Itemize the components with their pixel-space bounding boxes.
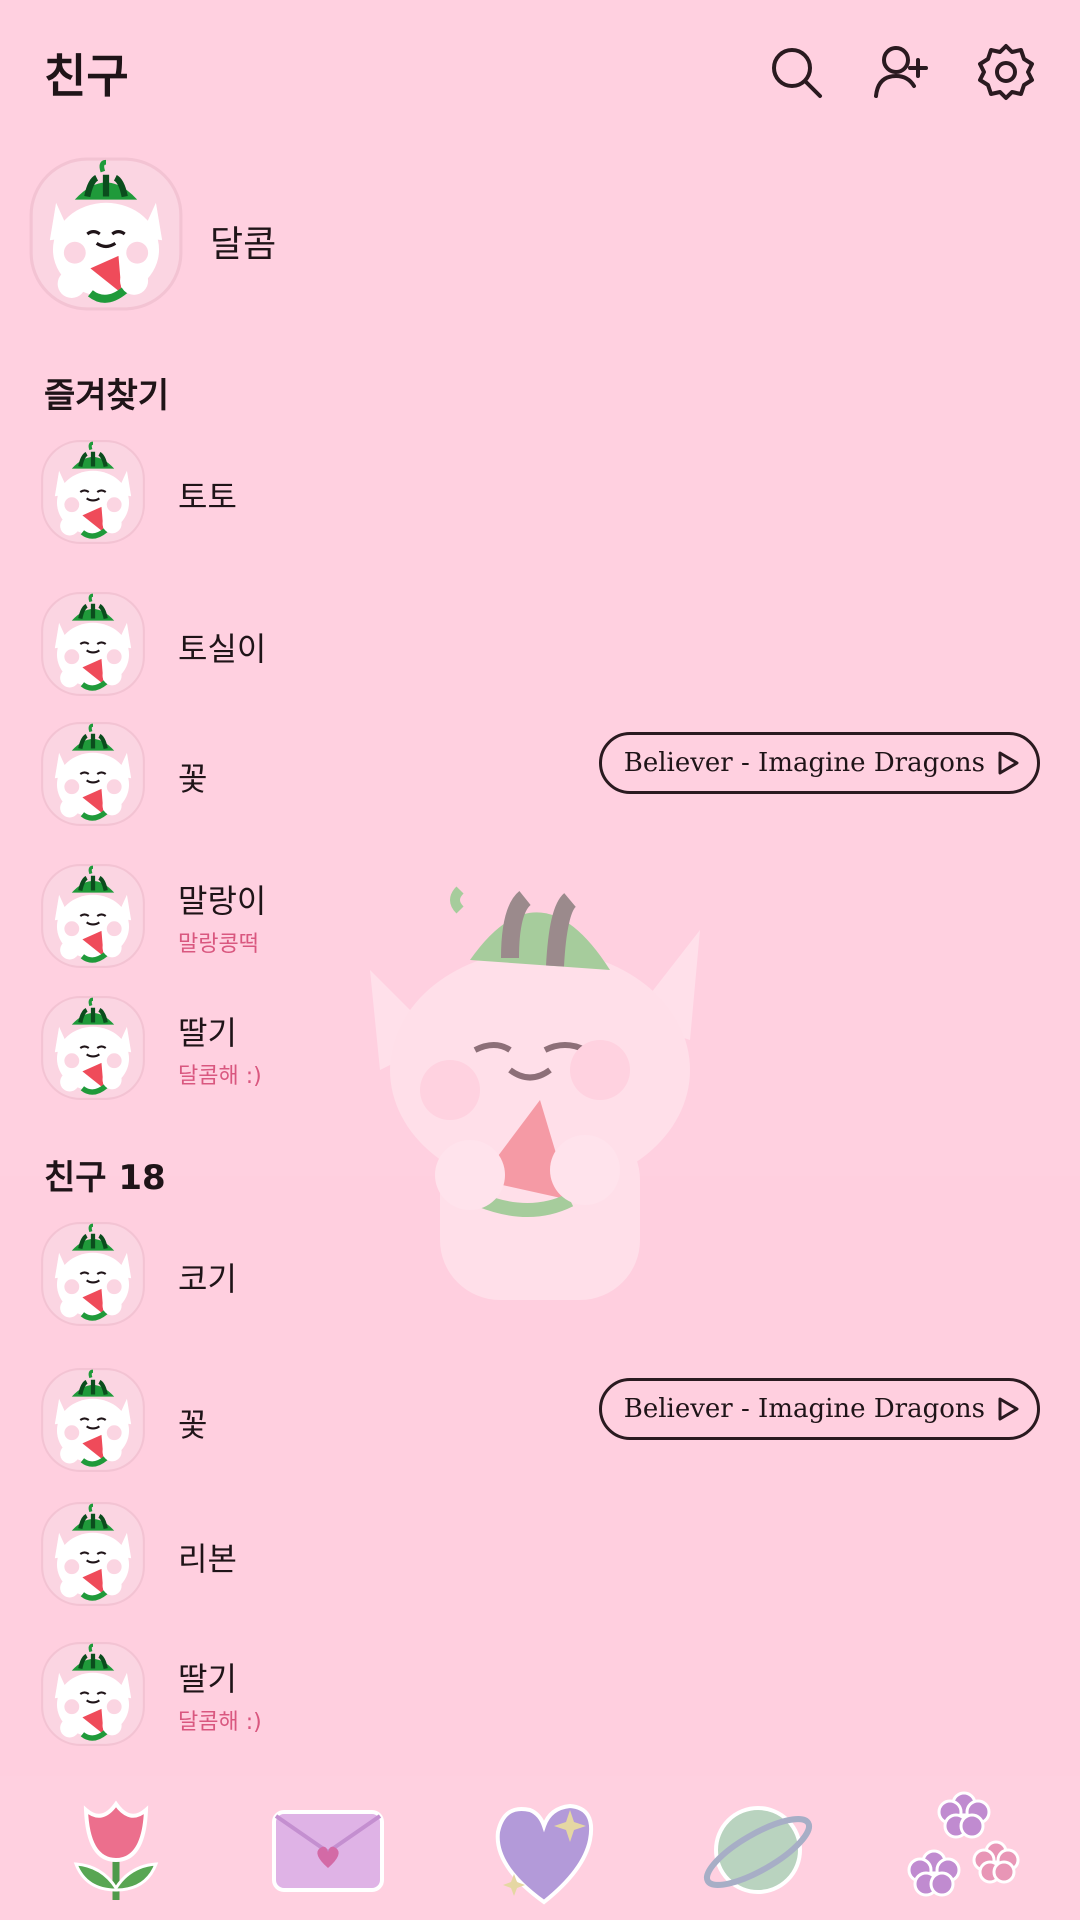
play-icon (998, 1397, 1019, 1421)
page-title: 친구 (44, 49, 129, 103)
friend-name: 딸기 (178, 1014, 237, 1052)
friend-status-message: 달콤해 :) (178, 1710, 262, 1735)
friend-avatar[interactable] (40, 590, 146, 698)
settings-icon[interactable] (974, 40, 1038, 104)
friend-avatar[interactable] (40, 1500, 146, 1608)
favorite-friend-row[interactable]: 꽃 Believer - Imagine Dragons (40, 720, 1040, 830)
favorites-section-label: 즐겨찾기 (44, 376, 170, 416)
profile-music-title: Believer - Imagine Dragons (623, 748, 985, 778)
friends-section-label: 친구 18 (44, 1158, 166, 1198)
add-friend-icon[interactable] (870, 40, 934, 104)
bottom-navigation (0, 1780, 1080, 1920)
top-bar: 친구 (0, 0, 1080, 150)
friend-status-message: 달콤해 :) (178, 1064, 262, 1089)
friend-name: 토실이 (178, 630, 267, 668)
friend-avatar[interactable] (40, 438, 146, 546)
friend-name: 딸기 (178, 1660, 237, 1698)
friend-avatar[interactable] (40, 862, 146, 970)
friend-avatar[interactable] (40, 720, 146, 828)
friend-name: 꽃 (178, 1406, 208, 1444)
profile-music-title: Believer - Imagine Dragons (623, 1394, 985, 1424)
envelope-icon[interactable] (268, 1790, 388, 1910)
my-profile[interactable]: 달콤 (28, 155, 528, 315)
friend-avatar[interactable] (40, 1220, 146, 1328)
friend-row[interactable]: 꽃 Believer - Imagine Dragons (40, 1366, 1040, 1476)
favorite-friend-row[interactable]: 토토 (40, 438, 1040, 548)
friend-name: 말랑이 (178, 882, 267, 920)
friend-row[interactable]: 리본 (40, 1500, 1040, 1610)
friend-row[interactable]: 딸기 달콤해 :) (40, 1640, 1040, 1750)
play-icon (998, 751, 1019, 775)
friend-name: 토토 (178, 478, 237, 516)
friend-row[interactable]: 코기 (40, 1220, 1040, 1330)
profile-music-button[interactable]: Believer - Imagine Dragons (598, 732, 1040, 794)
profile-music-button[interactable]: Believer - Imagine Dragons (598, 1378, 1040, 1440)
friend-avatar[interactable] (40, 1366, 146, 1474)
planet-icon[interactable] (696, 1790, 816, 1910)
friend-avatar[interactable] (40, 1640, 146, 1748)
my-avatar[interactable] (28, 155, 184, 313)
search-icon[interactable] (764, 40, 828, 104)
friend-name: 리본 (178, 1540, 237, 1578)
favorite-friend-row[interactable]: 말랑이 말랑콩떡 (40, 862, 1040, 972)
favorite-friend-row[interactable]: 딸기 달콤해 :) (40, 994, 1040, 1104)
friend-status-message: 말랑콩떡 (178, 932, 259, 957)
my-profile-name: 달콤 (210, 224, 277, 265)
tulip-icon[interactable] (56, 1790, 176, 1910)
friend-name: 코기 (178, 1260, 237, 1298)
friend-name: 꽃 (178, 760, 208, 798)
flowers-icon[interactable] (904, 1790, 1024, 1910)
favorite-friend-row[interactable]: 토실이 (40, 590, 1040, 700)
heart-icon[interactable] (484, 1790, 604, 1910)
friend-avatar[interactable] (40, 994, 146, 1102)
